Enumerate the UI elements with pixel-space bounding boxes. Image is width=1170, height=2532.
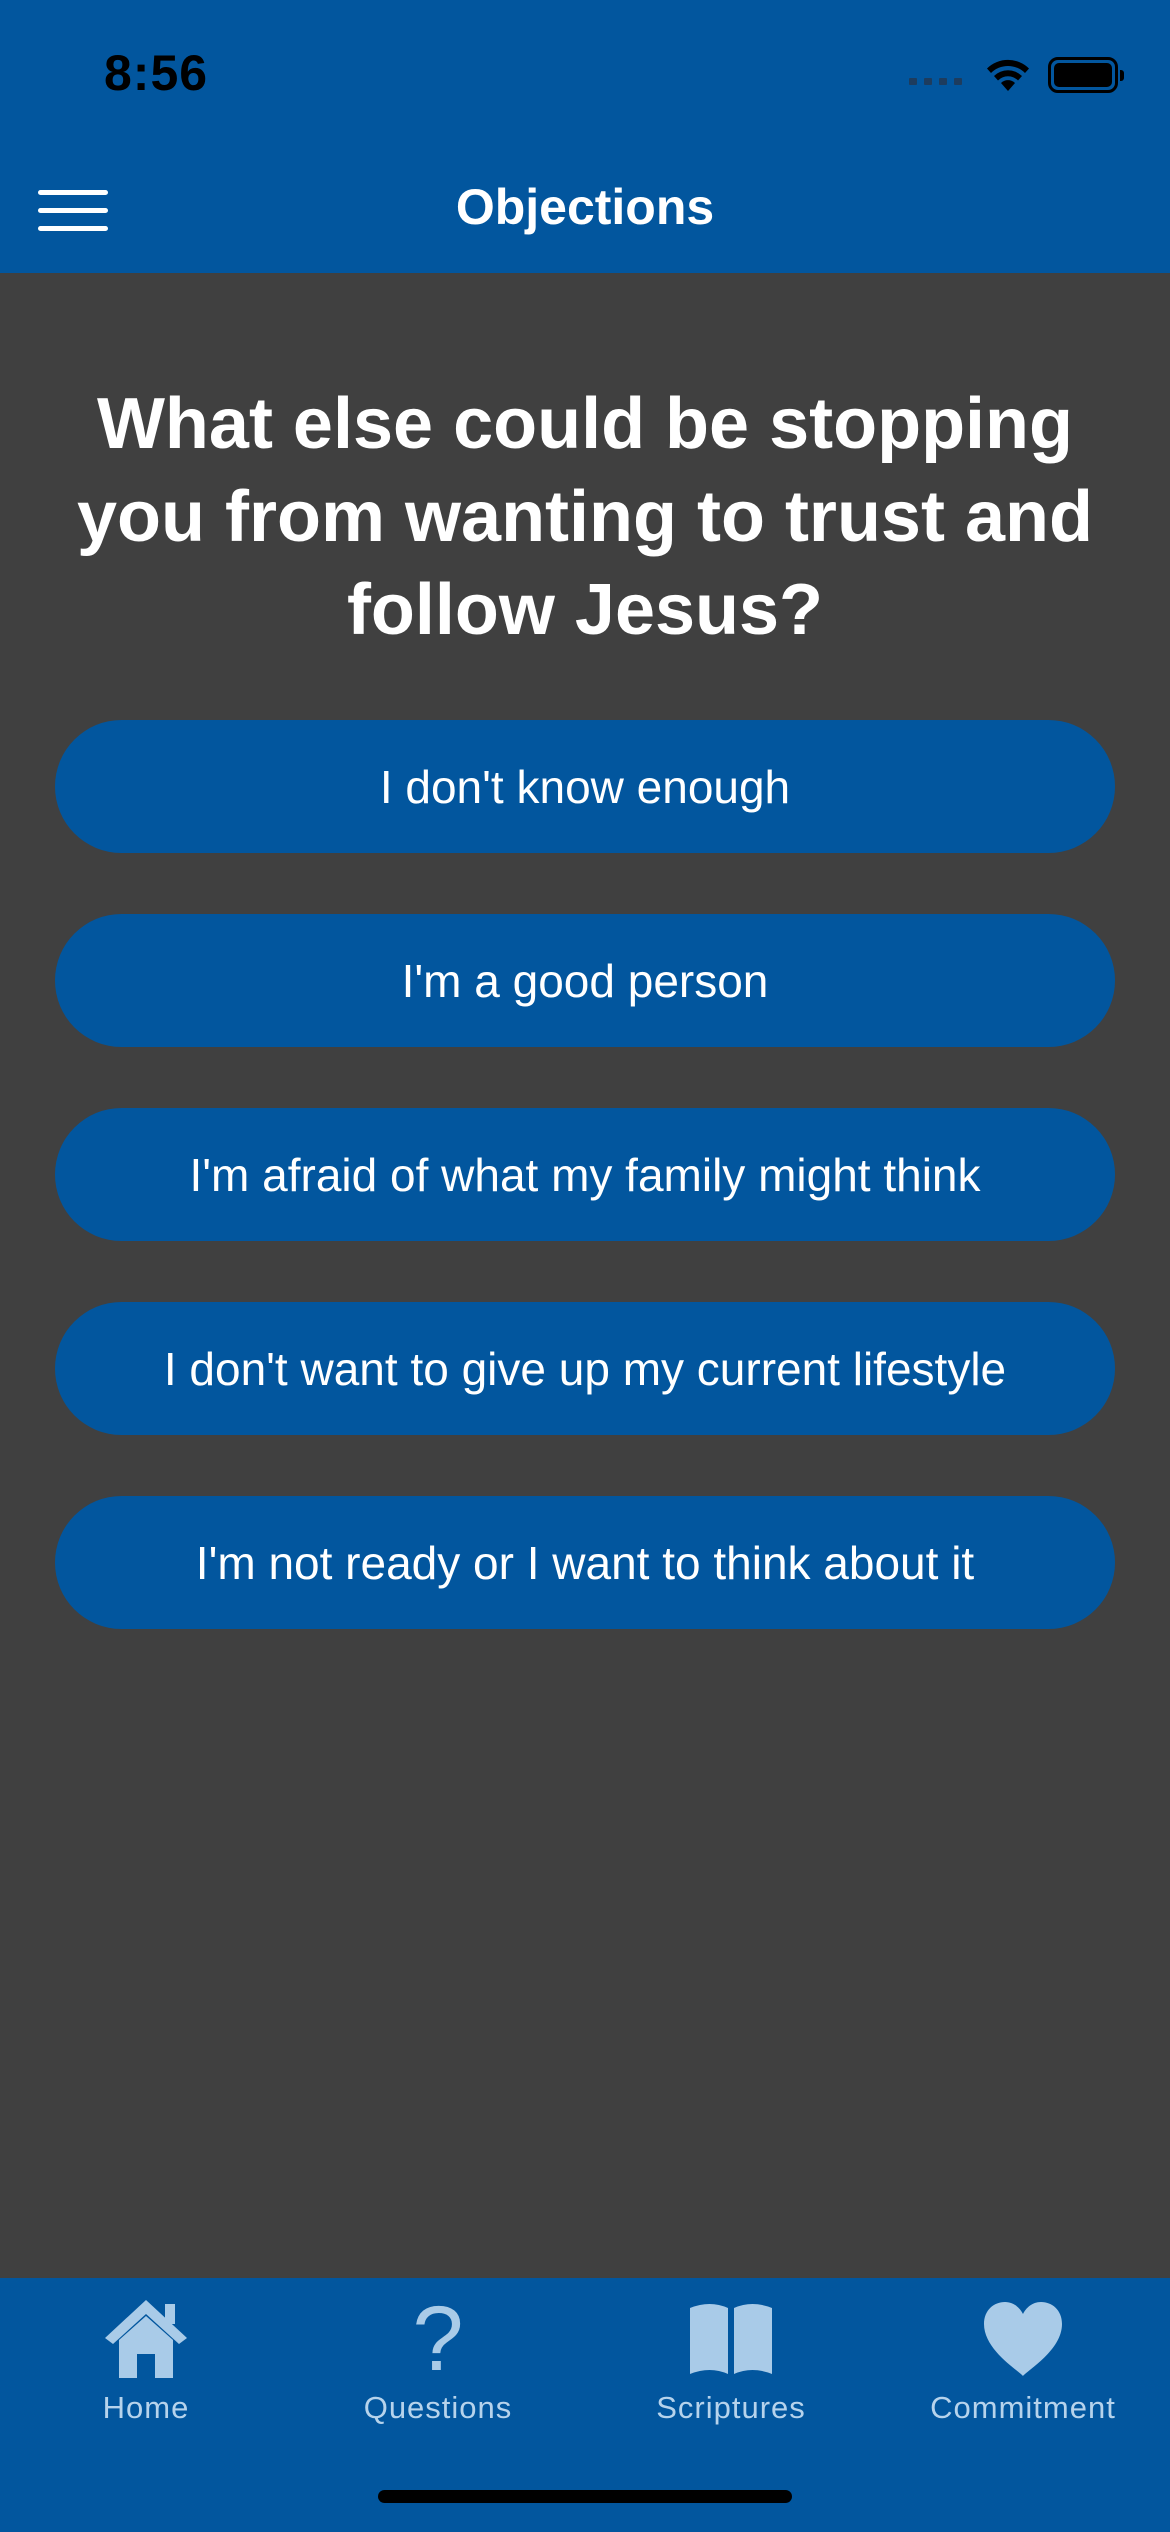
wifi-icon xyxy=(987,59,1029,91)
tab-commitment[interactable]: Commitment xyxy=(877,2294,1169,2444)
question-mark-icon: ? xyxy=(412,2288,464,2390)
battery-icon xyxy=(1048,57,1124,93)
status-bar: 8:56 xyxy=(0,0,1170,150)
status-icons xyxy=(909,50,1124,100)
option-family-afraid-button[interactable]: I'm afraid of what my family might think xyxy=(55,1108,1115,1241)
option-lifestyle-button[interactable]: I don't want to give up my current lifes… xyxy=(55,1302,1115,1435)
house-icon xyxy=(105,2300,187,2378)
objection-options: I don't know enough I'm a good person I'… xyxy=(55,720,1115,1690)
tab-commitment-label: Commitment xyxy=(930,2390,1116,2425)
tab-questions[interactable]: ? Questions xyxy=(292,2288,584,2444)
tab-home[interactable]: Home xyxy=(0,2294,292,2444)
heart-icon xyxy=(984,2302,1062,2376)
option-not-ready-button[interactable]: I'm not ready or I want to think about i… xyxy=(55,1496,1115,1629)
tab-scriptures-label: Scriptures xyxy=(656,2390,806,2425)
option-good-person-button[interactable]: I'm a good person xyxy=(55,914,1115,1047)
open-book-icon xyxy=(690,2304,772,2374)
cellular-signal-icon xyxy=(909,77,962,85)
status-time: 8:56 xyxy=(104,45,209,101)
page-title: Objections xyxy=(455,179,715,235)
nav-bar: Objections xyxy=(0,150,1170,273)
tab-home-label: Home xyxy=(102,2390,190,2425)
tab-questions-label: Questions xyxy=(363,2390,513,2425)
option-dont-know-enough-button[interactable]: I don't know enough xyxy=(55,720,1115,853)
tab-scriptures[interactable]: Scriptures xyxy=(585,2294,877,2444)
home-indicator[interactable] xyxy=(378,2490,792,2503)
question-heading: What else could be stopping you from wan… xyxy=(77,384,1093,650)
